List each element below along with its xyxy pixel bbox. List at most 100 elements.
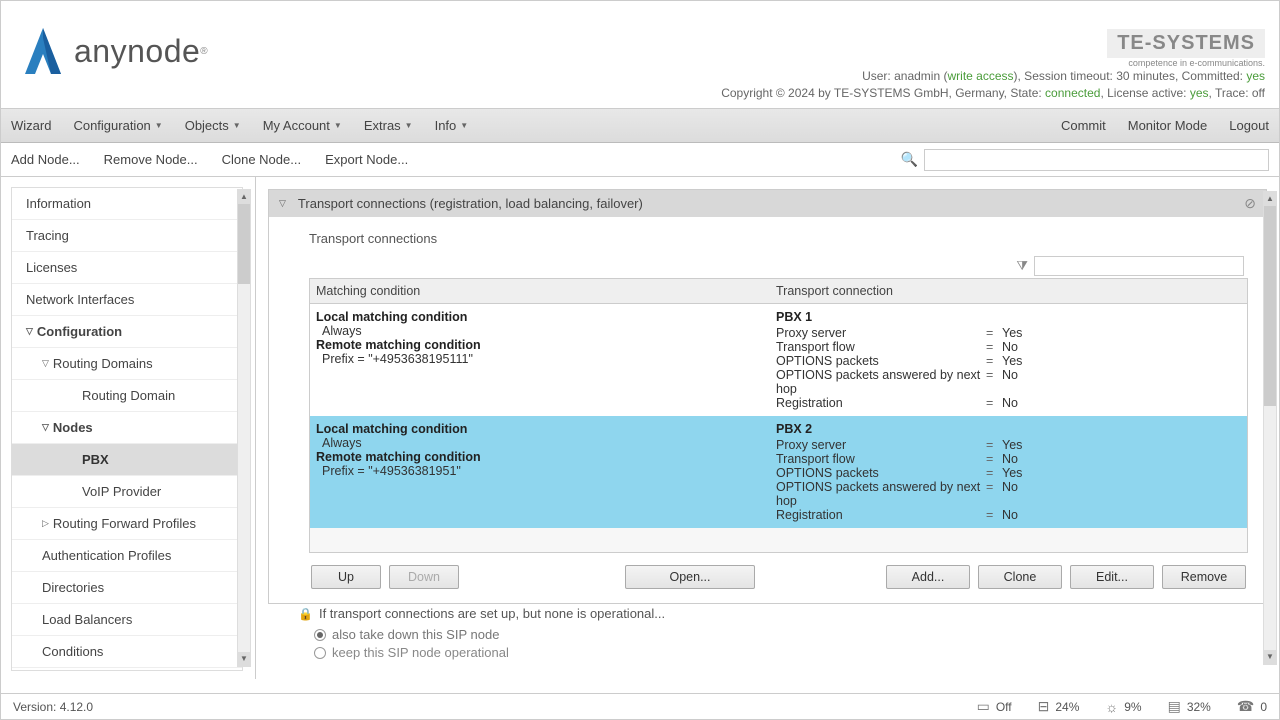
scroll-thumb[interactable] bbox=[238, 204, 250, 284]
sidebar-item-nodes[interactable]: ▽Nodes bbox=[12, 412, 242, 444]
filter-input[interactable] bbox=[1034, 256, 1244, 276]
connection-cell: PBX 2Proxy server=YesTransport flow=NoOP… bbox=[770, 416, 1247, 528]
open-button[interactable]: Open... bbox=[625, 565, 755, 589]
sidebar-item-configuration[interactable]: ▽Configuration bbox=[12, 316, 242, 348]
panel-title: Transport connections (registration, loa… bbox=[298, 196, 643, 211]
sidebar-item-pbx[interactable]: PBX bbox=[12, 444, 242, 476]
menu-info[interactable]: Info▼ bbox=[435, 118, 469, 133]
matching-cell: Local matching conditionAlwaysRemote mat… bbox=[310, 304, 770, 416]
table-row-empty bbox=[310, 528, 1247, 552]
caret-down-icon: ▼ bbox=[460, 121, 468, 130]
status-battery: ▭Off bbox=[977, 698, 1012, 715]
sidebar-item-information[interactable]: Information bbox=[12, 188, 242, 220]
table-row[interactable]: Local matching conditionAlwaysRemote mat… bbox=[310, 416, 1247, 528]
collapse-icon[interactable]: ▽ bbox=[279, 198, 286, 209]
status-mem: ▤32% bbox=[1168, 698, 1211, 715]
menu-logout[interactable]: Logout bbox=[1229, 118, 1269, 133]
logo: anynode® bbox=[21, 26, 208, 76]
radio-takedown[interactable]: also take down this SIP node bbox=[314, 627, 1267, 642]
status-line-sys: Copyright © 2024 by TE-SYSTEMS GmbH, Ger… bbox=[721, 86, 1265, 100]
panel-subtitle: Transport connections bbox=[309, 231, 1248, 246]
sidebar-item-routing-domains[interactable]: ▽Routing Domains bbox=[12, 348, 242, 380]
filter-icon[interactable]: ⧩ bbox=[1016, 258, 1028, 274]
caret-down-icon: ▼ bbox=[233, 121, 241, 130]
menu-objects[interactable]: Objects▼ bbox=[185, 118, 241, 133]
status-cpu: ☼9% bbox=[1105, 699, 1141, 715]
sidebar-item-hotstandbys[interactable]: Hot Standbys bbox=[12, 668, 242, 671]
logo-text: anynode bbox=[74, 33, 200, 70]
sidebar-item-network[interactable]: Network Interfaces bbox=[12, 284, 242, 316]
expand-icon: ▷ bbox=[42, 518, 49, 529]
status-disk: ⊟24% bbox=[1038, 698, 1080, 715]
sidebar-item-rfp[interactable]: ▷Routing Forward Profiles bbox=[12, 508, 242, 540]
sidebar-item-licenses[interactable]: Licenses bbox=[12, 252, 242, 284]
menubar: Wizard Configuration▼ Objects▼ My Accoun… bbox=[1, 109, 1279, 143]
sidebar-item-conditions[interactable]: Conditions bbox=[12, 636, 242, 668]
search-input[interactable] bbox=[924, 149, 1269, 171]
remove-node-button[interactable]: Remove Node... bbox=[104, 152, 198, 167]
scroll-down-icon[interactable]: ▼ bbox=[238, 652, 250, 666]
menu-configuration[interactable]: Configuration▼ bbox=[73, 118, 162, 133]
statusbar: Version: 4.12.0 ▭Off ⊟24% ☼9% ▤32% ☎0 bbox=[1, 693, 1279, 719]
caret-down-icon: ▼ bbox=[405, 121, 413, 130]
search-icon: 🔍 bbox=[901, 151, 918, 168]
logo-icon bbox=[21, 26, 66, 76]
radio-icon bbox=[314, 647, 326, 659]
collapse-icon: ▽ bbox=[26, 326, 33, 337]
remove-button[interactable]: Remove bbox=[1162, 565, 1246, 589]
add-button[interactable]: Add... bbox=[886, 565, 970, 589]
menu-account[interactable]: My Account▼ bbox=[263, 118, 342, 133]
disk-icon: ⊟ bbox=[1038, 698, 1050, 715]
sidebar-item-directories[interactable]: Directories bbox=[12, 572, 242, 604]
clone-button[interactable]: Clone bbox=[978, 565, 1062, 589]
edit-button[interactable]: Edit... bbox=[1070, 565, 1154, 589]
bell-icon: ☎ bbox=[1237, 698, 1254, 715]
radio-keep[interactable]: keep this SIP node operational bbox=[314, 645, 1267, 660]
scroll-thumb[interactable] bbox=[1264, 206, 1276, 406]
access-link[interactable]: write access bbox=[947, 69, 1013, 83]
menu-extras[interactable]: Extras▼ bbox=[364, 118, 413, 133]
node-toolbar: Add Node... Remove Node... Clone Node...… bbox=[1, 143, 1279, 177]
vendor-tagline: competence in e-communications. bbox=[1107, 58, 1265, 68]
sidebar-item-auth[interactable]: Authentication Profiles bbox=[12, 540, 242, 572]
col-connection: Transport connection bbox=[770, 279, 1247, 303]
matching-cell: Local matching conditionAlwaysRemote mat… bbox=[310, 416, 770, 528]
sidebar-item-voip-provider[interactable]: VoIP Provider bbox=[12, 476, 242, 508]
sidebar-item-tracing[interactable]: Tracing bbox=[12, 220, 242, 252]
clone-node-button[interactable]: Clone Node... bbox=[222, 152, 302, 167]
table-row[interactable]: Local matching conditionAlwaysRemote mat… bbox=[310, 304, 1247, 416]
scroll-up-icon[interactable]: ▲ bbox=[238, 190, 250, 204]
status-alerts: ☎0 bbox=[1237, 698, 1267, 715]
sidebar-item-routing-domain[interactable]: Routing Domain bbox=[12, 380, 242, 412]
caret-down-icon: ▼ bbox=[155, 121, 163, 130]
sidebar-item-loadbalancers[interactable]: Load Balancers bbox=[12, 604, 242, 636]
panel-close-icon[interactable]: ⊘ bbox=[1244, 195, 1256, 212]
status-line-user: User: anadmin (write access), Session ti… bbox=[862, 69, 1265, 83]
content-scrollbar[interactable]: ▲ ▼ bbox=[1263, 191, 1277, 665]
up-button[interactable]: Up bbox=[311, 565, 381, 589]
menu-wizard[interactable]: Wizard bbox=[11, 118, 51, 133]
collapse-icon: ▽ bbox=[42, 358, 49, 369]
logo-reg: ® bbox=[200, 46, 207, 57]
lock-icon: 🔒 bbox=[298, 607, 313, 621]
down-button[interactable]: Down bbox=[389, 565, 459, 589]
scroll-up-icon[interactable]: ▲ bbox=[1264, 192, 1276, 206]
version-label: Version: 4.12.0 bbox=[13, 700, 93, 714]
battery-icon: ▭ bbox=[977, 698, 990, 715]
radio-icon bbox=[314, 629, 326, 641]
scroll-down-icon[interactable]: ▼ bbox=[1264, 650, 1276, 664]
caret-down-icon: ▼ bbox=[334, 121, 342, 130]
menu-commit[interactable]: Commit bbox=[1061, 118, 1106, 133]
connection-cell: PBX 1Proxy server=YesTransport flow=NoOP… bbox=[770, 304, 1247, 416]
add-node-button[interactable]: Add Node... bbox=[11, 152, 80, 167]
memory-icon: ▤ bbox=[1168, 698, 1181, 715]
radio-title: 🔒 If transport connections are set up, b… bbox=[298, 606, 1267, 621]
connections-table: Matching condition Transport connection … bbox=[309, 278, 1248, 553]
menu-monitor[interactable]: Monitor Mode bbox=[1128, 118, 1207, 133]
export-node-button[interactable]: Export Node... bbox=[325, 152, 408, 167]
vendor-block: TE-SYSTEMS competence in e-communication… bbox=[1107, 29, 1265, 68]
sidebar-scrollbar[interactable]: ▲ ▼ bbox=[237, 189, 251, 667]
cpu-icon: ☼ bbox=[1105, 699, 1118, 715]
transport-panel: ▽ Transport connections (registration, l… bbox=[268, 189, 1267, 604]
col-matching: Matching condition bbox=[310, 279, 770, 303]
